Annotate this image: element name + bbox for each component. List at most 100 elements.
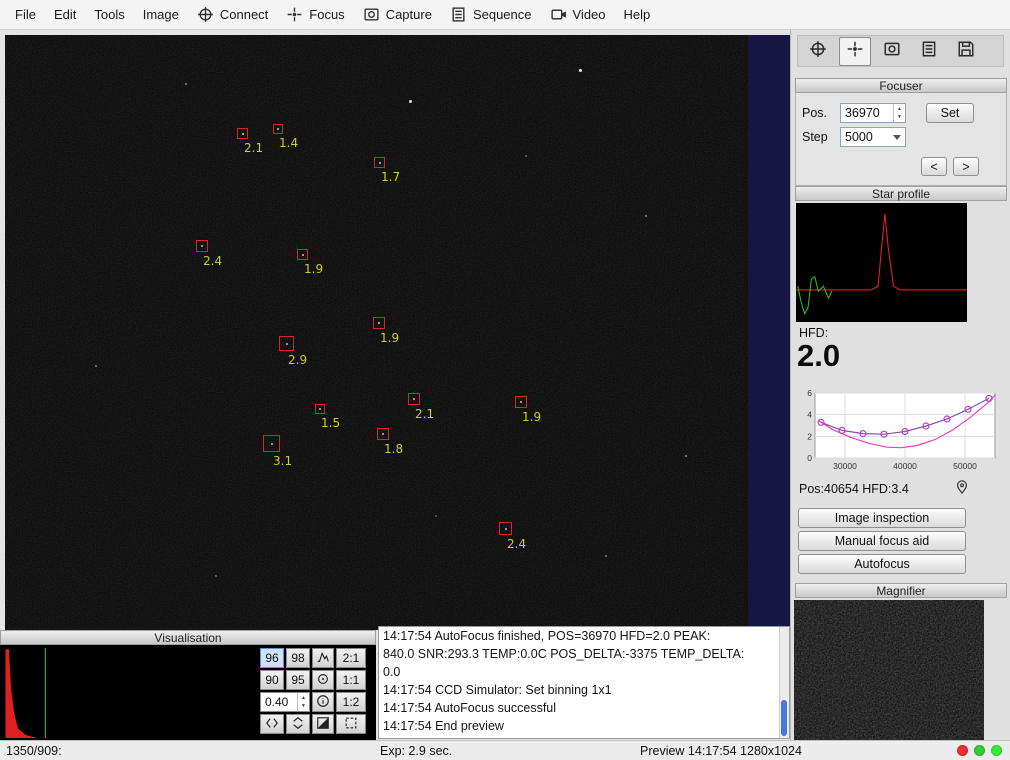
menu-capture[interactable]: Capture xyxy=(354,1,441,28)
focus-in-button[interactable]: < xyxy=(921,157,947,176)
flip-vertical-button[interactable] xyxy=(286,714,310,734)
cursor-coords-text: 1350/909: xyxy=(6,744,62,758)
field-star xyxy=(435,515,437,517)
step-combobox[interactable]: 5000 xyxy=(840,127,906,147)
spin-up-icon[interactable]: ▲ xyxy=(298,694,309,702)
focuser-panel: Focuser Pos. 36970 ▲▼ Set Step 5000 < > xyxy=(795,78,1007,186)
status-led-1 xyxy=(957,745,968,756)
vcurve-status-text: Pos:40654 HFD:3.4 xyxy=(799,482,909,496)
log-line: 14:17:54 End preview xyxy=(379,717,789,735)
star xyxy=(379,162,381,164)
video-icon xyxy=(550,6,567,23)
autofocus-button[interactable]: Autofocus xyxy=(798,554,966,574)
exposure-text: Exp: 2.9 sec. xyxy=(380,744,452,758)
image-inspection-button[interactable]: Image inspection xyxy=(798,508,966,528)
spin-up-icon[interactable]: ▲ xyxy=(894,105,905,113)
menu-connect[interactable]: Connect xyxy=(188,1,277,28)
log-scrollbar-thumb[interactable] xyxy=(781,700,787,736)
menu-label: Sequence xyxy=(473,7,532,22)
zoom-2-1-button[interactable]: 2:1 xyxy=(336,648,366,668)
sequence-tool-button[interactable] xyxy=(913,37,945,66)
stretch-low-95-button[interactable]: 95 xyxy=(286,670,310,690)
info-button[interactable] xyxy=(312,692,334,712)
stretch-high-98-button[interactable]: 98 xyxy=(286,648,310,668)
star-hfd-label: 1.9 xyxy=(304,262,323,276)
histogram-button[interactable] xyxy=(312,648,334,668)
status-bar: 1350/909: Exp: 2.9 sec. Preview 14:17:54… xyxy=(0,740,1010,760)
zoom-2-1-button-label: 2:1 xyxy=(343,651,360,665)
menu-label: Connect xyxy=(220,7,268,22)
menu-video[interactable]: Video xyxy=(541,1,615,28)
log-scrollbar[interactable] xyxy=(779,627,789,738)
focuser-title: Focuser xyxy=(795,78,1007,93)
focus-out-button[interactable]: > xyxy=(953,157,979,176)
menu-sequence[interactable]: Sequence xyxy=(441,1,541,28)
image-noise xyxy=(5,35,748,630)
fit-icon xyxy=(344,716,358,733)
log-line: 14:17:54 CCD Simulator: Set binning 1x1 xyxy=(379,681,789,699)
auto-stretch-button[interactable] xyxy=(312,670,334,690)
connect-tool-button[interactable] xyxy=(802,37,834,66)
log-panel: 14:17:54 AutoFocus finished, POS=36970 H… xyxy=(378,626,790,739)
star xyxy=(302,254,304,256)
svg-text:0: 0 xyxy=(807,453,812,463)
spinner-arrows: ▲▼ xyxy=(893,104,905,122)
set-button[interactable]: Set xyxy=(926,103,974,123)
star xyxy=(319,408,321,410)
visualisation-controls: 96 98 2:1 90 95 1:1 0.40▲▼ 1:2 xyxy=(260,648,374,738)
menu-file[interactable]: File xyxy=(6,2,45,27)
log-line: 14:17:54 AutoFocus finished, POS=36970 H… xyxy=(379,627,789,645)
visualisation-title: Visualisation xyxy=(0,630,376,645)
zoom-1-1-button[interactable]: 1:1 xyxy=(336,670,366,690)
focus-tool-button[interactable] xyxy=(839,37,871,66)
field-star xyxy=(409,100,412,103)
magnifier-title: Magnifier xyxy=(795,583,1007,598)
zoom-fit-button[interactable] xyxy=(336,714,366,734)
stretch-high-98-button-label: 98 xyxy=(291,651,304,665)
menu-tools[interactable]: Tools xyxy=(85,2,133,27)
manual-focus-aid-button[interactable]: Manual focus aid xyxy=(798,531,966,551)
histogram-chart xyxy=(5,648,257,738)
connect-icon xyxy=(809,40,827,63)
capture-tool-button[interactable] xyxy=(876,37,908,66)
star-hfd-label: 1.5 xyxy=(321,416,340,430)
save-icon xyxy=(957,40,975,63)
invert-button[interactable] xyxy=(312,714,334,734)
contrast-icon xyxy=(316,716,330,733)
star-hfd-label: 2.9 xyxy=(288,353,307,367)
menu-edit[interactable]: Edit xyxy=(45,2,85,27)
flip-horizontal-button[interactable] xyxy=(260,714,284,734)
gamma-spinbox[interactable]: 0.40▲▼ xyxy=(260,692,310,712)
star xyxy=(505,528,507,530)
hist-icon xyxy=(316,650,330,667)
stretch-low-95-button-label: 95 xyxy=(291,673,304,687)
menu-label: Focus xyxy=(309,7,344,22)
menu-help[interactable]: Help xyxy=(615,2,660,27)
save-tool-button[interactable] xyxy=(950,37,982,66)
connect-icon xyxy=(197,6,214,23)
zoom-1-2-button[interactable]: 1:2 xyxy=(336,692,366,712)
sequence-icon xyxy=(920,40,938,63)
main-image[interactable]: 2.11.41.72.41.91.92.91.52.11.93.11.82.4 xyxy=(5,35,748,630)
spin-down-icon[interactable]: ▼ xyxy=(894,113,905,121)
focuser-position-spinbox[interactable]: 36970 ▲▼ xyxy=(840,103,906,123)
menu-focus[interactable]: Focus xyxy=(277,1,353,28)
menu-image[interactable]: Image xyxy=(134,2,188,27)
svg-text:4: 4 xyxy=(807,410,812,420)
spinner-arrows: ▲▼ xyxy=(297,693,309,711)
log-lines: 14:17:54 AutoFocus finished, POS=36970 H… xyxy=(379,627,789,735)
app-window: File Edit ToolsImage Connect Focus Capture Seq… xyxy=(0,0,1010,760)
split-h-icon xyxy=(265,716,279,733)
status-led-3 xyxy=(991,745,1002,756)
stretch-high-96-button[interactable]: 96 xyxy=(260,648,284,668)
star-profile-chart xyxy=(796,203,967,322)
field-star xyxy=(215,575,217,577)
status-led-2 xyxy=(974,745,985,756)
star xyxy=(413,398,415,400)
star-hfd-label: 2.4 xyxy=(507,537,526,551)
position-label: Pos. xyxy=(802,106,827,120)
svg-text:6: 6 xyxy=(807,390,812,398)
stretch-low-90-button[interactable]: 90 xyxy=(260,670,284,690)
spin-down-icon[interactable]: ▼ xyxy=(298,702,309,710)
menu-label: Edit xyxy=(54,7,76,22)
